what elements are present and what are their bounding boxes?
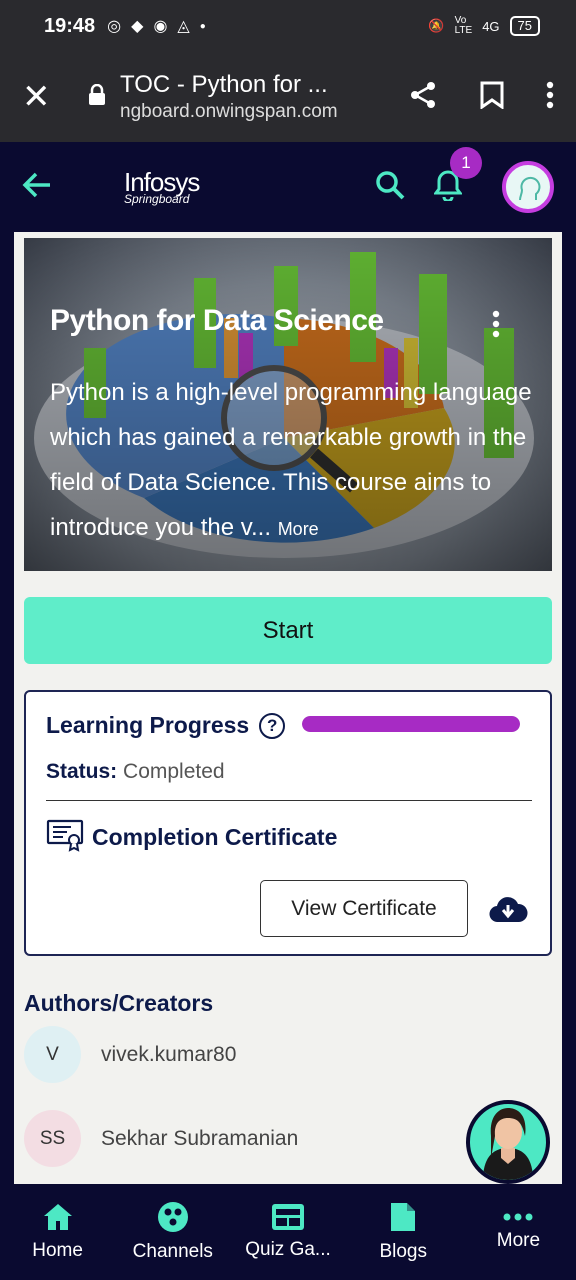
mute-icon: 🔕: [428, 18, 445, 33]
cloud-download-icon[interactable]: [488, 896, 528, 929]
close-icon[interactable]: ✕: [22, 77, 62, 117]
nav-label: Home: [32, 1240, 83, 1261]
progress-bar-fill: [302, 716, 520, 732]
nav-label: Channels: [132, 1241, 213, 1262]
nav-label: More: [496, 1230, 541, 1251]
app-header: Infosys Springboard 1: [0, 142, 576, 232]
course-hero: Python for Data Science Python is a high…: [24, 238, 552, 571]
assistant-avatar-icon: [483, 1108, 533, 1180]
certificate-icon: [46, 818, 84, 857]
dot-icon: ●: [199, 20, 206, 32]
course-toc-content: Python for Data Science Python is a high…: [14, 232, 562, 1184]
infosys-springboard-logo[interactable]: Infosys Springboard: [124, 169, 200, 205]
url-box[interactable]: TOC - Python for ... ngboard.onwingspan.…: [120, 71, 408, 123]
status-time: 19:48: [44, 14, 96, 37]
browser-menu-icon[interactable]: [546, 81, 554, 114]
network-label: 4G: [482, 18, 500, 34]
completion-certificate-title: Completion Certificate: [92, 824, 338, 850]
author-name: vivek.kumar80: [101, 1042, 237, 1066]
nav-channels[interactable]: Channels: [115, 1184, 230, 1280]
status-value: Completed: [123, 760, 225, 783]
search-icon[interactable]: [374, 169, 406, 206]
notification-icons: ◎ ◆ ◉ ◬ ●: [107, 16, 206, 36]
home-icon: [43, 1204, 72, 1230]
blog-icon: [391, 1203, 416, 1231]
channels-icon: [157, 1202, 188, 1232]
author-name: Sekhar Subramanian: [101, 1126, 299, 1150]
start-button[interactable]: Start: [24, 597, 552, 664]
notification-bell[interactable]: 1: [433, 146, 482, 206]
view-certificate-button[interactable]: View Certificate: [260, 880, 468, 937]
browser-toolbar: ✕ TOC - Python for ... ngboard.onwingspa…: [0, 52, 576, 142]
author-avatar: SS: [24, 1110, 81, 1167]
author-item[interactable]: V vivek.kumar80: [24, 1026, 236, 1083]
snapchat-icon: ◆: [131, 18, 144, 35]
author-item[interactable]: SS Sekhar Subramanian: [24, 1110, 298, 1167]
quiz-icon: [272, 1204, 304, 1230]
status-bar: 19:48 ◎ ◆ ◉ ◬ ● 🔕 Vo LTE 4G 75: [0, 0, 576, 52]
volte-icon: Vo LTE: [454, 15, 473, 36]
assistant-avatar-button[interactable]: [466, 1100, 550, 1184]
nav-more[interactable]: More: [461, 1184, 576, 1280]
nav-label: Blogs: [379, 1241, 427, 1262]
share-icon[interactable]: [408, 80, 438, 115]
course-description: Python is a high-level programming langu…: [50, 379, 532, 541]
battery-icon: 75: [509, 16, 540, 36]
nav-label: Quiz Ga...: [245, 1239, 331, 1260]
author-avatar: V: [24, 1026, 81, 1083]
learning-progress-card: Learning Progress ? Status: Completed Co…: [24, 690, 552, 956]
nav-home[interactable]: Home: [0, 1184, 115, 1280]
browser-page-title: TOC - Python for ...: [120, 71, 328, 98]
help-icon[interactable]: ?: [259, 712, 286, 739]
nav-quiz-games[interactable]: Quiz Ga...: [230, 1184, 345, 1280]
back-arrow-icon[interactable]: [22, 168, 62, 207]
course-options-icon[interactable]: [492, 310, 500, 338]
bookmark-icon[interactable]: [480, 81, 504, 114]
progress-bar: [302, 716, 520, 732]
status-label: Status:: [46, 760, 118, 783]
learning-progress-title: Learning Progress: [46, 712, 250, 738]
more-icon: [503, 1213, 533, 1221]
profile-avatar[interactable]: [502, 161, 554, 213]
divider: [46, 800, 532, 801]
status-row: Status: Completed: [46, 760, 225, 784]
authors-title: Authors/Creators: [24, 990, 214, 1016]
course-title: Python for Data Science: [50, 304, 384, 337]
whatsapp-icon: ◎: [107, 18, 122, 35]
bottom-navigation: Home Channels Quiz Ga... Blogs More: [0, 1184, 576, 1280]
notification-badge: 1: [450, 146, 482, 179]
nav-blogs[interactable]: Blogs: [346, 1184, 461, 1280]
more-link[interactable]: More: [278, 519, 319, 539]
app2-icon: ◬: [177, 18, 190, 35]
browser-url: ngboard.onwingspan.com: [120, 101, 338, 122]
lock-icon: [88, 83, 108, 111]
app-icon: ◉: [153, 18, 168, 35]
